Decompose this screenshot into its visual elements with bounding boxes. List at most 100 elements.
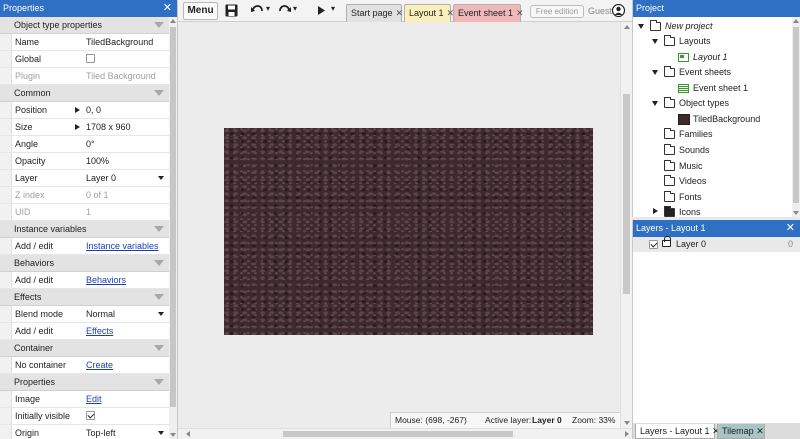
- user-avatar-icon[interactable]: [612, 4, 625, 17]
- tab-event-sheet-1[interactable]: Event sheet 1 ✕: [453, 4, 524, 22]
- layout-horizontal-scrollbar[interactable]: [178, 428, 632, 439]
- property-value[interactable]: TiledBackground: [86, 34, 168, 50]
- properties-scrollbar[interactable]: [169, 17, 177, 439]
- property-link[interactable]: Effects: [86, 326, 113, 336]
- scroll-thumb[interactable]: [170, 27, 176, 407]
- tree-icons-folder[interactable]: Icons: [651, 205, 791, 217]
- property-link[interactable]: Instance variables: [86, 241, 159, 251]
- collapse-arrow-icon[interactable]: [154, 260, 164, 266]
- dropdown-arrow-icon[interactable]: [158, 176, 164, 180]
- property-value[interactable]: [86, 408, 168, 424]
- property-row[interactable]: Add / edit Behaviors: [0, 272, 170, 289]
- collapse-arrow-icon[interactable]: [154, 345, 164, 351]
- redo-dropdown-icon[interactable]: ▾: [293, 4, 297, 13]
- save-icon[interactable]: [225, 4, 238, 17]
- layer-row[interactable]: Layer 0 0: [633, 236, 800, 252]
- property-row[interactable]: Angle 0°: [0, 136, 170, 153]
- property-value[interactable]: Top-left: [86, 425, 168, 439]
- collapse-arrow-icon[interactable]: [638, 24, 644, 29]
- property-section[interactable]: Object type properties: [0, 17, 170, 34]
- property-section[interactable]: Effects: [0, 289, 170, 306]
- property-row[interactable]: Image Edit: [0, 391, 170, 408]
- property-row[interactable]: Plugin Tiled Background: [0, 68, 170, 85]
- property-value[interactable]: Effects: [86, 323, 168, 339]
- property-section[interactable]: Container: [0, 340, 170, 357]
- run-dropdown-icon[interactable]: ▾: [331, 4, 335, 13]
- property-row[interactable]: Global: [0, 51, 170, 68]
- scroll-down-arrow-icon[interactable]: [170, 433, 176, 437]
- property-checkbox[interactable]: [86, 54, 95, 63]
- collapse-arrow-icon[interactable]: [154, 90, 164, 96]
- layout-vertical-scrollbar[interactable]: [620, 22, 632, 428]
- tree-object-tiledbackground[interactable]: TiledBackground: [673, 112, 792, 127]
- property-section[interactable]: Behaviors: [0, 255, 170, 272]
- property-section[interactable]: Instance variables: [0, 221, 170, 238]
- free-edition-button[interactable]: Free edition: [530, 5, 584, 18]
- tab-close-icon[interactable]: ✕: [756, 426, 764, 436]
- property-row[interactable]: Origin Top-left: [0, 425, 170, 439]
- lock-icon[interactable]: [662, 236, 671, 247]
- tree-layout-1[interactable]: Layout 1: [673, 50, 792, 65]
- property-value[interactable]: Layer 0: [86, 170, 168, 186]
- property-row[interactable]: Name TiledBackground: [0, 34, 170, 51]
- property-row[interactable]: UID 1: [0, 204, 170, 221]
- property-section[interactable]: Common: [0, 85, 170, 102]
- tree-videos-folder[interactable]: Videos: [651, 174, 791, 189]
- scroll-up-arrow-icon[interactable]: [793, 19, 799, 23]
- dropdown-arrow-icon[interactable]: [158, 431, 164, 435]
- expand-arrow-icon[interactable]: [75, 107, 80, 113]
- property-row[interactable]: Add / edit Effects: [0, 323, 170, 340]
- dropdown-arrow-icon[interactable]: [158, 312, 164, 316]
- property-link[interactable]: Edit: [86, 394, 102, 404]
- property-row[interactable]: Initially visible: [0, 408, 170, 425]
- expand-arrow-icon[interactable]: [75, 124, 80, 130]
- property-checkbox[interactable]: [86, 411, 95, 420]
- property-section[interactable]: Properties: [0, 374, 170, 391]
- property-row[interactable]: Opacity 100%: [0, 153, 170, 170]
- tab-start-page[interactable]: Start page ✕: [346, 4, 404, 22]
- tree-sounds-folder[interactable]: Sounds: [651, 143, 791, 158]
- play-icon[interactable]: [317, 5, 326, 16]
- property-row[interactable]: Size 1708 x 960: [0, 119, 170, 136]
- property-link[interactable]: Behaviors: [86, 275, 126, 285]
- tab-layers[interactable]: Layers - Layout 1 ✕: [635, 424, 720, 439]
- collapse-arrow-icon[interactable]: [652, 39, 658, 44]
- tab-tilemap[interactable]: Tilemap ✕: [717, 424, 765, 439]
- expand-arrow-icon[interactable]: [653, 208, 658, 214]
- tree-fonts-folder[interactable]: Fonts: [651, 190, 791, 205]
- property-value[interactable]: [86, 51, 168, 67]
- tiled-background-instance[interactable]: [224, 128, 593, 335]
- scroll-up-arrow-icon[interactable]: [170, 19, 176, 23]
- layer-visible-checkbox[interactable]: [649, 240, 658, 249]
- tree-families-folder[interactable]: Families: [651, 127, 791, 142]
- property-value[interactable]: Create: [86, 357, 168, 373]
- redo-icon[interactable]: [278, 5, 291, 16]
- property-value[interactable]: Edit: [86, 391, 168, 407]
- tree-event-sheets-folder[interactable]: Event sheets: [651, 65, 791, 80]
- tree-layouts-folder[interactable]: Layouts: [651, 34, 791, 49]
- collapse-arrow-icon[interactable]: [154, 379, 164, 385]
- property-value[interactable]: Normal: [86, 306, 168, 322]
- scroll-up-arrow-icon[interactable]: [624, 25, 630, 29]
- scroll-right-arrow-icon[interactable]: [625, 431, 629, 437]
- user-name[interactable]: Guest: [588, 5, 612, 17]
- collapse-arrow-icon[interactable]: [154, 226, 164, 232]
- property-row[interactable]: Z index 0 of 1: [0, 187, 170, 204]
- menu-button[interactable]: Menu: [183, 2, 218, 20]
- scroll-left-arrow-icon[interactable]: [186, 431, 190, 437]
- property-value[interactable]: Instance variables: [86, 238, 168, 254]
- property-link[interactable]: Create: [86, 360, 113, 370]
- undo-dropdown-icon[interactable]: ▾: [266, 4, 270, 13]
- property-value[interactable]: Behaviors: [86, 272, 168, 288]
- property-value[interactable]: 0, 0: [86, 102, 168, 118]
- property-value[interactable]: 1708 x 960: [86, 119, 168, 135]
- tab-close-icon[interactable]: ✕: [516, 8, 524, 18]
- collapse-arrow-icon[interactable]: [652, 70, 658, 75]
- collapse-arrow-icon[interactable]: [154, 22, 164, 28]
- scroll-down-arrow-icon[interactable]: [624, 421, 630, 425]
- collapse-arrow-icon[interactable]: [154, 294, 164, 300]
- property-row[interactable]: Position 0, 0: [0, 102, 170, 119]
- tab-close-icon[interactable]: ✕: [396, 8, 404, 18]
- property-row[interactable]: No container Create: [0, 357, 170, 374]
- scroll-down-arrow-icon[interactable]: [793, 211, 799, 215]
